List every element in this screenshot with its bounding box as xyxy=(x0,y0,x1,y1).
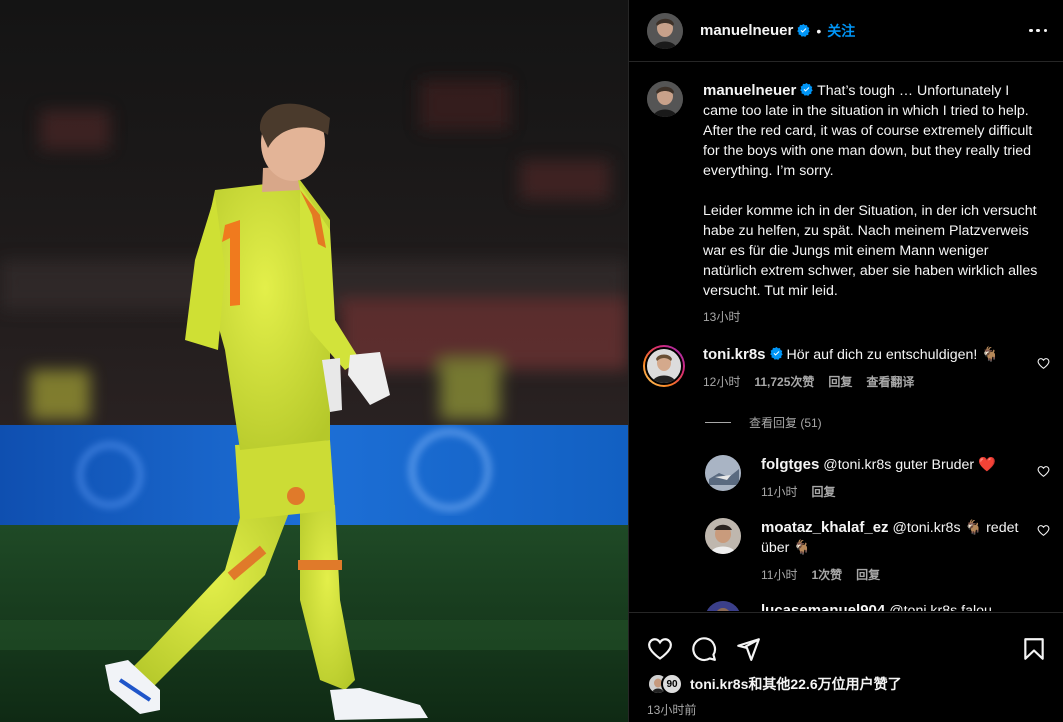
comment-item: toni.kr8s Hör auf dich zu entschuldigen!… xyxy=(629,327,1063,390)
reply-time: 11小时 xyxy=(761,568,798,582)
reply-username[interactable]: folgtges xyxy=(761,456,819,473)
caption-username[interactable]: manuelneuer xyxy=(703,82,796,99)
reply-meta: 11小时 1次赞 回复 xyxy=(761,566,1043,583)
liker-badge: 90 xyxy=(661,673,683,695)
reply-avatar-image xyxy=(705,518,741,554)
comment-time: 12小时 xyxy=(703,375,741,389)
post-caption: manuelneuer That’s tough … Unfortunately… xyxy=(629,63,1063,327)
comment-like-heart-icon[interactable] xyxy=(1037,357,1050,370)
post-actions-bar: 90 toni.kr8s和其他22.6万位用户赞了 13小时前 xyxy=(629,612,1063,722)
comment-avatar-story-ring[interactable] xyxy=(643,345,685,387)
reply-like-heart-icon[interactable] xyxy=(1037,524,1050,537)
follow-button[interactable]: 关注 xyxy=(827,21,855,41)
reply-avatar-image xyxy=(705,455,741,491)
reply-text-row: lucasemanuel904 @toni.kr8s falou xyxy=(761,601,992,611)
action-icons-row xyxy=(629,613,1063,669)
heart-icon[interactable] xyxy=(647,636,673,662)
comment-avatar xyxy=(645,347,683,385)
post-photo xyxy=(0,0,628,722)
verified-badge-icon xyxy=(800,83,814,96)
reply-meta: 11小时 回复 xyxy=(761,483,996,500)
reply-body: folgtges @toni.kr8s guter Bruder ❤️ 11小时… xyxy=(761,455,996,500)
reply-like-count[interactable]: 1次赞 xyxy=(811,566,842,583)
post-side-panel: manuelneuer • 关注 manuelneuer That’s toug… xyxy=(628,0,1063,722)
author-avatar-image xyxy=(647,12,683,49)
reply-avatar[interactable] xyxy=(705,518,741,554)
author-avatar[interactable] xyxy=(647,12,683,49)
post-timestamp: 13小时前 xyxy=(647,703,697,717)
author-username[interactable]: manuelneuer xyxy=(700,22,793,39)
caption-meta: 13小时 xyxy=(703,307,1043,327)
comment-body: toni.kr8s Hör auf dich zu entschuldigen!… xyxy=(703,345,999,390)
reply-text: @toni.kr8s guter Bruder ❤️ xyxy=(823,457,996,473)
caption-author-avatar[interactable] xyxy=(647,81,683,117)
reply-time: 11小时 xyxy=(761,485,798,499)
reply-avatar[interactable] xyxy=(705,455,741,491)
comment-text-row: toni.kr8s Hör auf dich zu entschuldigen!… xyxy=(703,345,999,365)
verified-badge-icon xyxy=(797,24,811,37)
comment-like-count[interactable]: 11,725次赞 xyxy=(754,373,814,390)
comment-translate-button[interactable]: 查看翻译 xyxy=(866,373,914,390)
reply-username[interactable]: lucasemanuel904 xyxy=(761,602,885,611)
reply-reply-button[interactable]: 回复 xyxy=(811,483,835,500)
comment-reply-button[interactable]: 回复 xyxy=(828,373,852,390)
reply-text-row: moataz_khalaf_ez @toni.kr8s 🐐 redet über… xyxy=(761,518,1043,558)
reply-avatar-image xyxy=(705,601,741,611)
reply-body: lucasemanuel904 @toni.kr8s falou xyxy=(761,601,992,611)
header-separator: • xyxy=(816,22,822,39)
verified-badge-icon xyxy=(769,347,783,360)
reply-text-row: folgtges @toni.kr8s guter Bruder ❤️ xyxy=(761,455,996,475)
caption-paragraph-de: Leider komme ich in der Situation, in de… xyxy=(703,203,1038,299)
reply-item: lucasemanuel904 @toni.kr8s falou xyxy=(629,583,1063,611)
replies-divider-line xyxy=(705,422,731,423)
comment-icon[interactable] xyxy=(691,636,717,662)
share-icon[interactable] xyxy=(735,636,761,662)
comment-text: Hör auf dich zu entschuldigen! 🐐 xyxy=(786,347,999,363)
view-replies-toggle[interactable]: 查看回复 (51) xyxy=(629,390,1063,431)
comment-avatar-image xyxy=(647,349,681,383)
reply-reply-button[interactable]: 回复 xyxy=(856,566,880,583)
caption-time: 13小时 xyxy=(703,310,741,324)
reply-username[interactable]: moataz_khalaf_ez xyxy=(761,519,889,536)
caption-body: manuelneuer That’s tough … Unfortunately… xyxy=(703,81,1043,327)
reply-text: @toni.kr8s falou xyxy=(889,603,992,611)
reply-like-heart-icon[interactable] xyxy=(1037,465,1050,478)
comment-meta: 12小时 11,725次赞 回复 查看翻译 xyxy=(703,373,999,390)
likes-summary[interactable]: 90 toni.kr8s和其他22.6万位用户赞了 xyxy=(629,669,1063,695)
reply-avatar[interactable] xyxy=(705,601,741,611)
comment-username[interactable]: toni.kr8s xyxy=(703,346,766,363)
post-header: manuelneuer • 关注 xyxy=(629,0,1063,62)
bookmark-icon[interactable] xyxy=(1021,636,1047,662)
comments-list[interactable]: manuelneuer That’s tough … Unfortunately… xyxy=(629,63,1063,611)
more-options-icon[interactable] xyxy=(1029,22,1047,40)
likes-summary-text: toni.kr8s和其他22.6万位用户赞了 xyxy=(690,676,902,692)
goalkeeper-photo xyxy=(0,0,628,722)
reply-item: folgtges @toni.kr8s guter Bruder ❤️ 11小时… xyxy=(629,431,1063,500)
reply-item: moataz_khalaf_ez @toni.kr8s 🐐 redet über… xyxy=(629,500,1063,583)
caption-author-avatar-image xyxy=(647,81,683,117)
view-replies-label: 查看回复 (51) xyxy=(749,416,822,430)
reply-body: moataz_khalaf_ez @toni.kr8s 🐐 redet über… xyxy=(761,518,1043,583)
liker-avatars: 90 xyxy=(647,673,687,695)
caption-paragraph-en: manuelneuer That’s tough … Unfortunately… xyxy=(703,81,1043,181)
